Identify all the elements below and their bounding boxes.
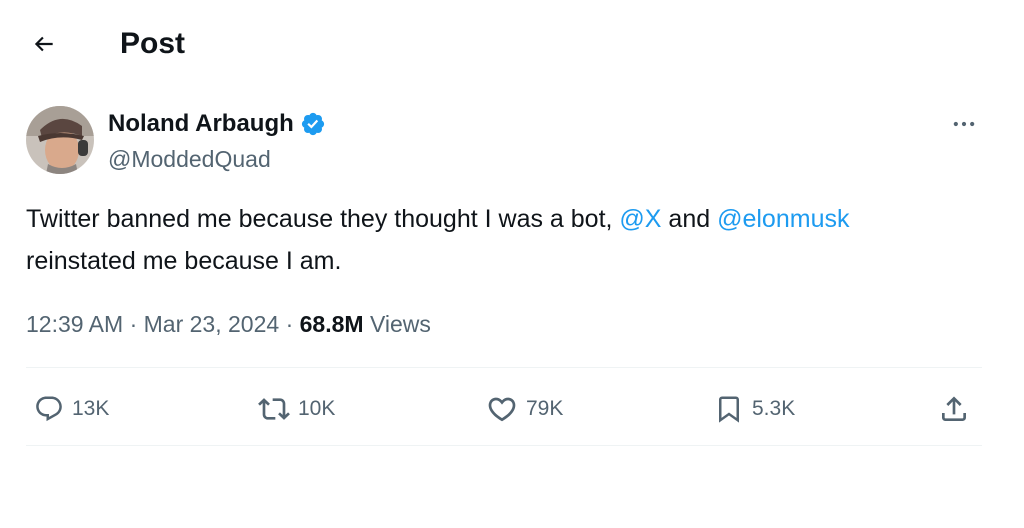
bookmark-button[interactable]: 5.3K (714, 380, 795, 438)
heart-icon (488, 397, 516, 422)
reply-button[interactable]: 13K (34, 380, 109, 438)
author-handle[interactable]: @ModdedQuad (108, 144, 271, 174)
author-name[interactable]: Noland Arbaugh (108, 108, 294, 140)
profile-photo (26, 106, 94, 174)
avatar[interactable] (26, 106, 94, 174)
tweet-text: Twitter banned me because they thought I… (26, 198, 986, 282)
page-title: Post (120, 27, 186, 60)
share-icon (942, 396, 966, 421)
more-options-button[interactable] (944, 106, 984, 142)
more-dots-icon (953, 121, 975, 127)
like-button[interactable]: 79K (486, 380, 563, 438)
divider (26, 367, 982, 368)
post-header: Post (0, 0, 1024, 90)
action-bar: 13K 10K 79K 5.3K (0, 380, 1024, 438)
meta-separator: · (129, 311, 138, 337)
bookmark-count: 5.3K (752, 397, 796, 420)
views-count: 68.8M (299, 311, 364, 337)
share-button[interactable] (938, 380, 970, 438)
back-button[interactable] (24, 24, 64, 64)
verified-badge-icon (300, 111, 326, 137)
repost-count: 10K (298, 397, 336, 420)
like-count: 79K (526, 397, 564, 420)
reply-count: 13K (72, 397, 110, 420)
divider (26, 445, 982, 446)
views-label: Views (369, 311, 431, 337)
mention-link-elonmusk[interactable]: @elonmusk (717, 205, 849, 233)
tweet-text-part: reinstated me because I am. (26, 247, 342, 275)
tweet-text-part: Twitter banned me because they thought I… (26, 205, 620, 233)
author-name-row: Noland Arbaugh (108, 108, 326, 140)
arrow-left-icon (34, 36, 53, 52)
mention-link-x[interactable]: @X (619, 205, 661, 233)
bookmark-icon (719, 396, 739, 423)
tweet-meta: 12:39 AM · Mar 23, 2024 · 68.8M Views (26, 308, 431, 340)
reply-icon (36, 396, 62, 422)
tweet-date[interactable]: Mar 23, 2024 (144, 311, 280, 337)
repost-icon (258, 398, 290, 420)
tweet-text-part: and (661, 205, 718, 233)
tweet-time[interactable]: 12:39 AM (26, 311, 123, 337)
repost-button[interactable]: 10K (258, 380, 335, 438)
meta-separator: · (285, 311, 294, 337)
